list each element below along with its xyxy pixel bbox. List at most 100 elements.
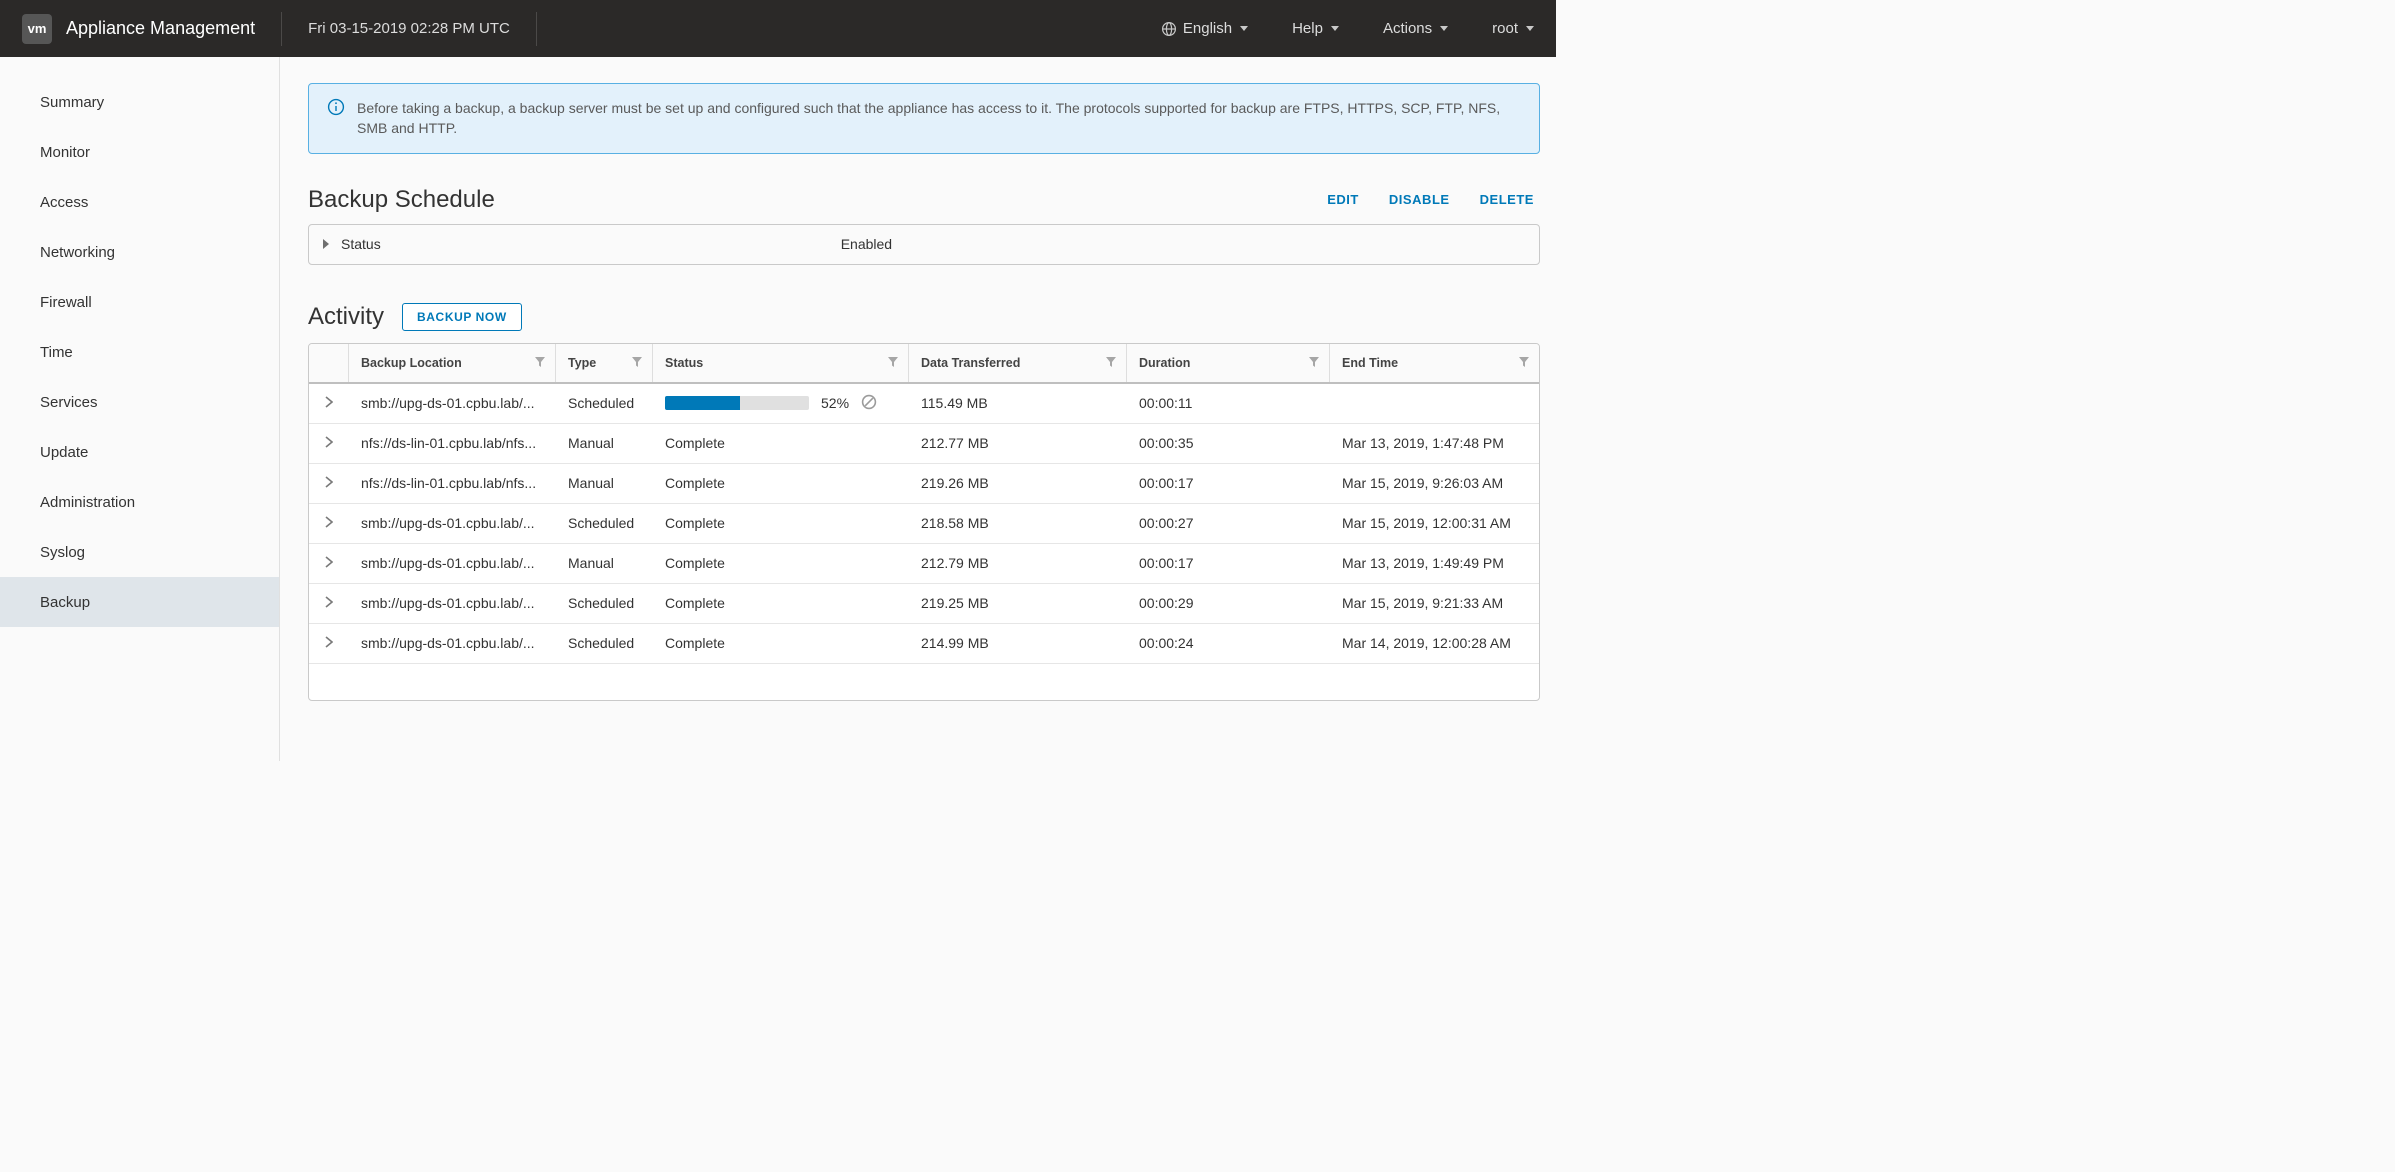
cell-duration: 00:00:27 (1127, 504, 1330, 543)
cell-data-text: 219.25 MB (921, 595, 989, 611)
column-backup-location[interactable]: Backup Location (349, 344, 556, 382)
column-label: Backup Location (361, 356, 462, 370)
sidebar-item-backup[interactable]: Backup (0, 577, 279, 627)
column-end-time[interactable]: End Time (1330, 344, 1539, 382)
cell-type-text: Manual (568, 475, 614, 491)
filter-icon[interactable] (535, 356, 545, 370)
table-row: smb://upg-ds-01.cpbu.lab/...ManualComple… (309, 544, 1539, 584)
cell-end: Mar 15, 2019, 9:21:33 AM (1330, 584, 1539, 623)
chevron-right-icon (325, 395, 333, 411)
schedule-status-row[interactable]: Status Enabled (308, 224, 1540, 265)
sidebar-item-networking[interactable]: Networking (0, 227, 279, 277)
actions-menu[interactable]: Actions (1383, 20, 1448, 37)
cell-location: smb://upg-ds-01.cpbu.lab/... (349, 384, 556, 423)
cell-data-text: 219.26 MB (921, 475, 989, 491)
sidebar-item-label: Update (40, 444, 88, 461)
row-expander[interactable] (309, 544, 349, 583)
sidebar-item-label: Syslog (40, 544, 85, 561)
column-status[interactable]: Status (653, 344, 909, 382)
column-type[interactable]: Type (556, 344, 653, 382)
row-expander[interactable] (309, 624, 349, 663)
column-duration[interactable]: Duration (1127, 344, 1330, 382)
sidebar-item-monitor[interactable]: Monitor (0, 127, 279, 177)
chevron-right-icon (325, 475, 333, 491)
cell-duration: 00:00:35 (1127, 424, 1330, 463)
sidebar-item-label: Backup (40, 594, 90, 611)
cell-data: 115.49 MB (909, 384, 1127, 423)
cell-duration: 00:00:24 (1127, 624, 1330, 663)
filter-icon[interactable] (1106, 356, 1116, 370)
cell-data-text: 218.58 MB (921, 515, 989, 531)
sidebar-item-firewall[interactable]: Firewall (0, 277, 279, 327)
row-expander[interactable] (309, 464, 349, 503)
row-expander[interactable] (309, 584, 349, 623)
activity-datagrid: Backup Location Type Status (308, 343, 1540, 701)
chevron-down-icon (1240, 26, 1248, 31)
cell-type: Manual (556, 424, 653, 463)
chevron-down-icon (1526, 26, 1534, 31)
sidebar-item-administration[interactable]: Administration (0, 477, 279, 527)
cancel-icon[interactable] (861, 394, 877, 413)
table-row: smb://upg-ds-01.cpbu.lab/...ScheduledCom… (309, 584, 1539, 624)
cell-status-text: Complete (665, 475, 725, 491)
cell-data-text: 115.49 MB (921, 395, 988, 411)
cell-end: Mar 13, 2019, 1:47:48 PM (1330, 424, 1539, 463)
info-icon (327, 98, 345, 116)
sidebar-item-access[interactable]: Access (0, 177, 279, 227)
cell-data: 219.25 MB (909, 584, 1127, 623)
sidebar-item-syslog[interactable]: Syslog (0, 527, 279, 577)
sidebar-item-label: Summary (40, 94, 104, 111)
cell-data: 212.79 MB (909, 544, 1127, 583)
cell-end-text: Mar 14, 2019, 12:00:28 AM (1342, 635, 1511, 651)
column-data-transferred[interactable]: Data Transferred (909, 344, 1127, 382)
separator (281, 12, 282, 46)
row-expander[interactable] (309, 504, 349, 543)
cell-type-text: Scheduled (568, 395, 634, 411)
cell-duration-text: 00:00:17 (1139, 475, 1194, 491)
row-expander[interactable] (309, 424, 349, 463)
topbar-right: English Help Actions root (1161, 20, 1534, 37)
cell-location-text: nfs://ds-lin-01.cpbu.lab/nfs... (361, 435, 536, 451)
sidebar-item-label: Networking (40, 244, 115, 261)
cell-data: 212.77 MB (909, 424, 1127, 463)
cell-location-text: nfs://ds-lin-01.cpbu.lab/nfs... (361, 475, 536, 491)
cell-location-text: smb://upg-ds-01.cpbu.lab/... (361, 635, 535, 651)
datetime: Fri 03-15-2019 02:28 PM UTC (308, 20, 510, 37)
row-expander[interactable] (309, 384, 349, 423)
sidebar-item-update[interactable]: Update (0, 427, 279, 477)
cell-location: nfs://ds-lin-01.cpbu.lab/nfs... (349, 424, 556, 463)
cell-type: Scheduled (556, 384, 653, 423)
edit-link[interactable]: EDIT (1327, 192, 1359, 207)
sidebar-item-summary[interactable]: Summary (0, 77, 279, 127)
cell-status: Complete (653, 424, 909, 463)
disable-link[interactable]: DISABLE (1389, 192, 1450, 207)
backup-now-button[interactable]: BACKUP NOW (402, 303, 522, 331)
filter-icon[interactable] (1519, 356, 1529, 370)
cell-status: Complete (653, 624, 909, 663)
table-row: smb://upg-ds-01.cpbu.lab/...Scheduled52%… (309, 384, 1539, 424)
sidebar-item-time[interactable]: Time (0, 327, 279, 377)
cell-location: smb://upg-ds-01.cpbu.lab/... (349, 544, 556, 583)
filter-icon[interactable] (888, 356, 898, 370)
language-menu[interactable]: English (1161, 20, 1248, 37)
cell-end-text: Mar 15, 2019, 9:26:03 AM (1342, 475, 1503, 491)
filter-icon[interactable] (1309, 356, 1319, 370)
chevron-right-icon (325, 555, 333, 571)
globe-icon (1161, 21, 1177, 37)
sidebar-item-services[interactable]: Services (0, 377, 279, 427)
chevron-right-icon (325, 595, 333, 611)
chevron-down-icon (1440, 26, 1448, 31)
help-menu[interactable]: Help (1292, 20, 1339, 37)
cell-status: Complete (653, 504, 909, 543)
cell-data-text: 212.79 MB (921, 555, 989, 571)
delete-link[interactable]: DELETE (1480, 192, 1534, 207)
language-label: English (1183, 20, 1232, 37)
schedule-status-label: Status (341, 236, 381, 252)
cell-location: smb://upg-ds-01.cpbu.lab/... (349, 584, 556, 623)
column-label: Status (665, 356, 703, 370)
cell-duration-text: 00:00:29 (1139, 595, 1194, 611)
cell-data: 219.26 MB (909, 464, 1127, 503)
main-layout: Summary Monitor Access Networking Firewa… (0, 57, 1556, 761)
user-menu[interactable]: root (1492, 20, 1534, 37)
filter-icon[interactable] (632, 356, 642, 370)
